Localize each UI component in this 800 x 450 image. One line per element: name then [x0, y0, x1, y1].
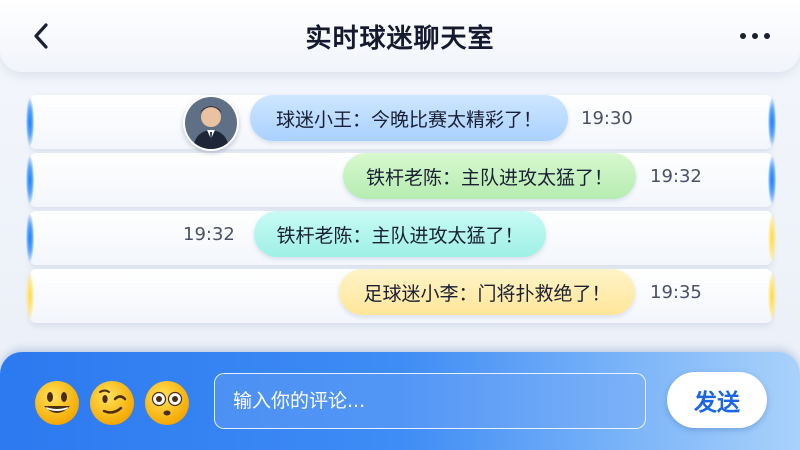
user-avatar-icon	[185, 97, 237, 149]
flushed-face-icon[interactable]	[144, 380, 190, 426]
row-glow	[768, 156, 776, 204]
row-glow	[768, 98, 776, 146]
message-row: 铁杆老陈：主队进攻太猛了！ 19:32	[26, 153, 776, 207]
avatar[interactable]	[183, 95, 239, 151]
message-time: 19:32	[650, 166, 702, 187]
row-glow	[768, 214, 776, 262]
more-options-button[interactable]	[740, 24, 770, 48]
row-glow	[26, 272, 34, 320]
winking-face-icon[interactable]	[89, 380, 135, 426]
message-bubble[interactable]: 铁杆老陈：主队进攻太猛了！	[254, 211, 546, 257]
message-bubble[interactable]: 球迷小王：今晚比赛太精彩了！	[250, 95, 568, 141]
more-dots-icon-dot	[764, 33, 770, 39]
message-bubble[interactable]: 铁杆老陈：主队进攻太猛了！	[343, 153, 636, 199]
message-time: 19:30	[581, 108, 633, 129]
message-text: 铁杆老陈：主队进攻太猛了！	[276, 224, 524, 247]
message-text: 足球迷小李：门将扑救绝了！	[363, 282, 611, 305]
row-glow	[26, 156, 34, 204]
message-time: 19:35	[650, 282, 702, 303]
row-glow	[768, 272, 776, 320]
message-row: 19:32 铁杆老陈：主队进攻太猛了！	[26, 211, 776, 265]
send-button[interactable]: 发送	[667, 372, 767, 428]
more-dots-icon-dot	[752, 33, 758, 39]
comment-composer: 发送	[0, 352, 800, 450]
message-bubble[interactable]: 足球迷小李：门将扑救绝了！	[339, 269, 635, 315]
message-row: 足球迷小李：门将扑救绝了！ 19:35	[26, 269, 776, 323]
row-glow	[26, 98, 34, 146]
message-row: 球迷小王：今晚比赛太精彩了！ 19:30	[26, 95, 776, 149]
row-glow	[26, 214, 34, 262]
chat-room-screen: 实时球迷聊天室 球迷小王：今晚比赛太精彩了！ 19:30 铁杆老陈：主队进攻太猛	[0, 0, 800, 450]
more-dots-icon	[740, 33, 746, 39]
header-bar: 实时球迷聊天室	[0, 0, 800, 72]
message-time: 19:32	[183, 224, 235, 245]
page-title: 实时球迷聊天室	[305, 23, 495, 54]
grinning-face-icon[interactable]	[34, 380, 80, 426]
message-text: 球迷小王：今晚比赛太精彩了！	[275, 108, 542, 131]
message-text: 铁杆老陈：主队进攻太猛了！	[365, 166, 613, 189]
comment-input[interactable]	[214, 373, 646, 429]
